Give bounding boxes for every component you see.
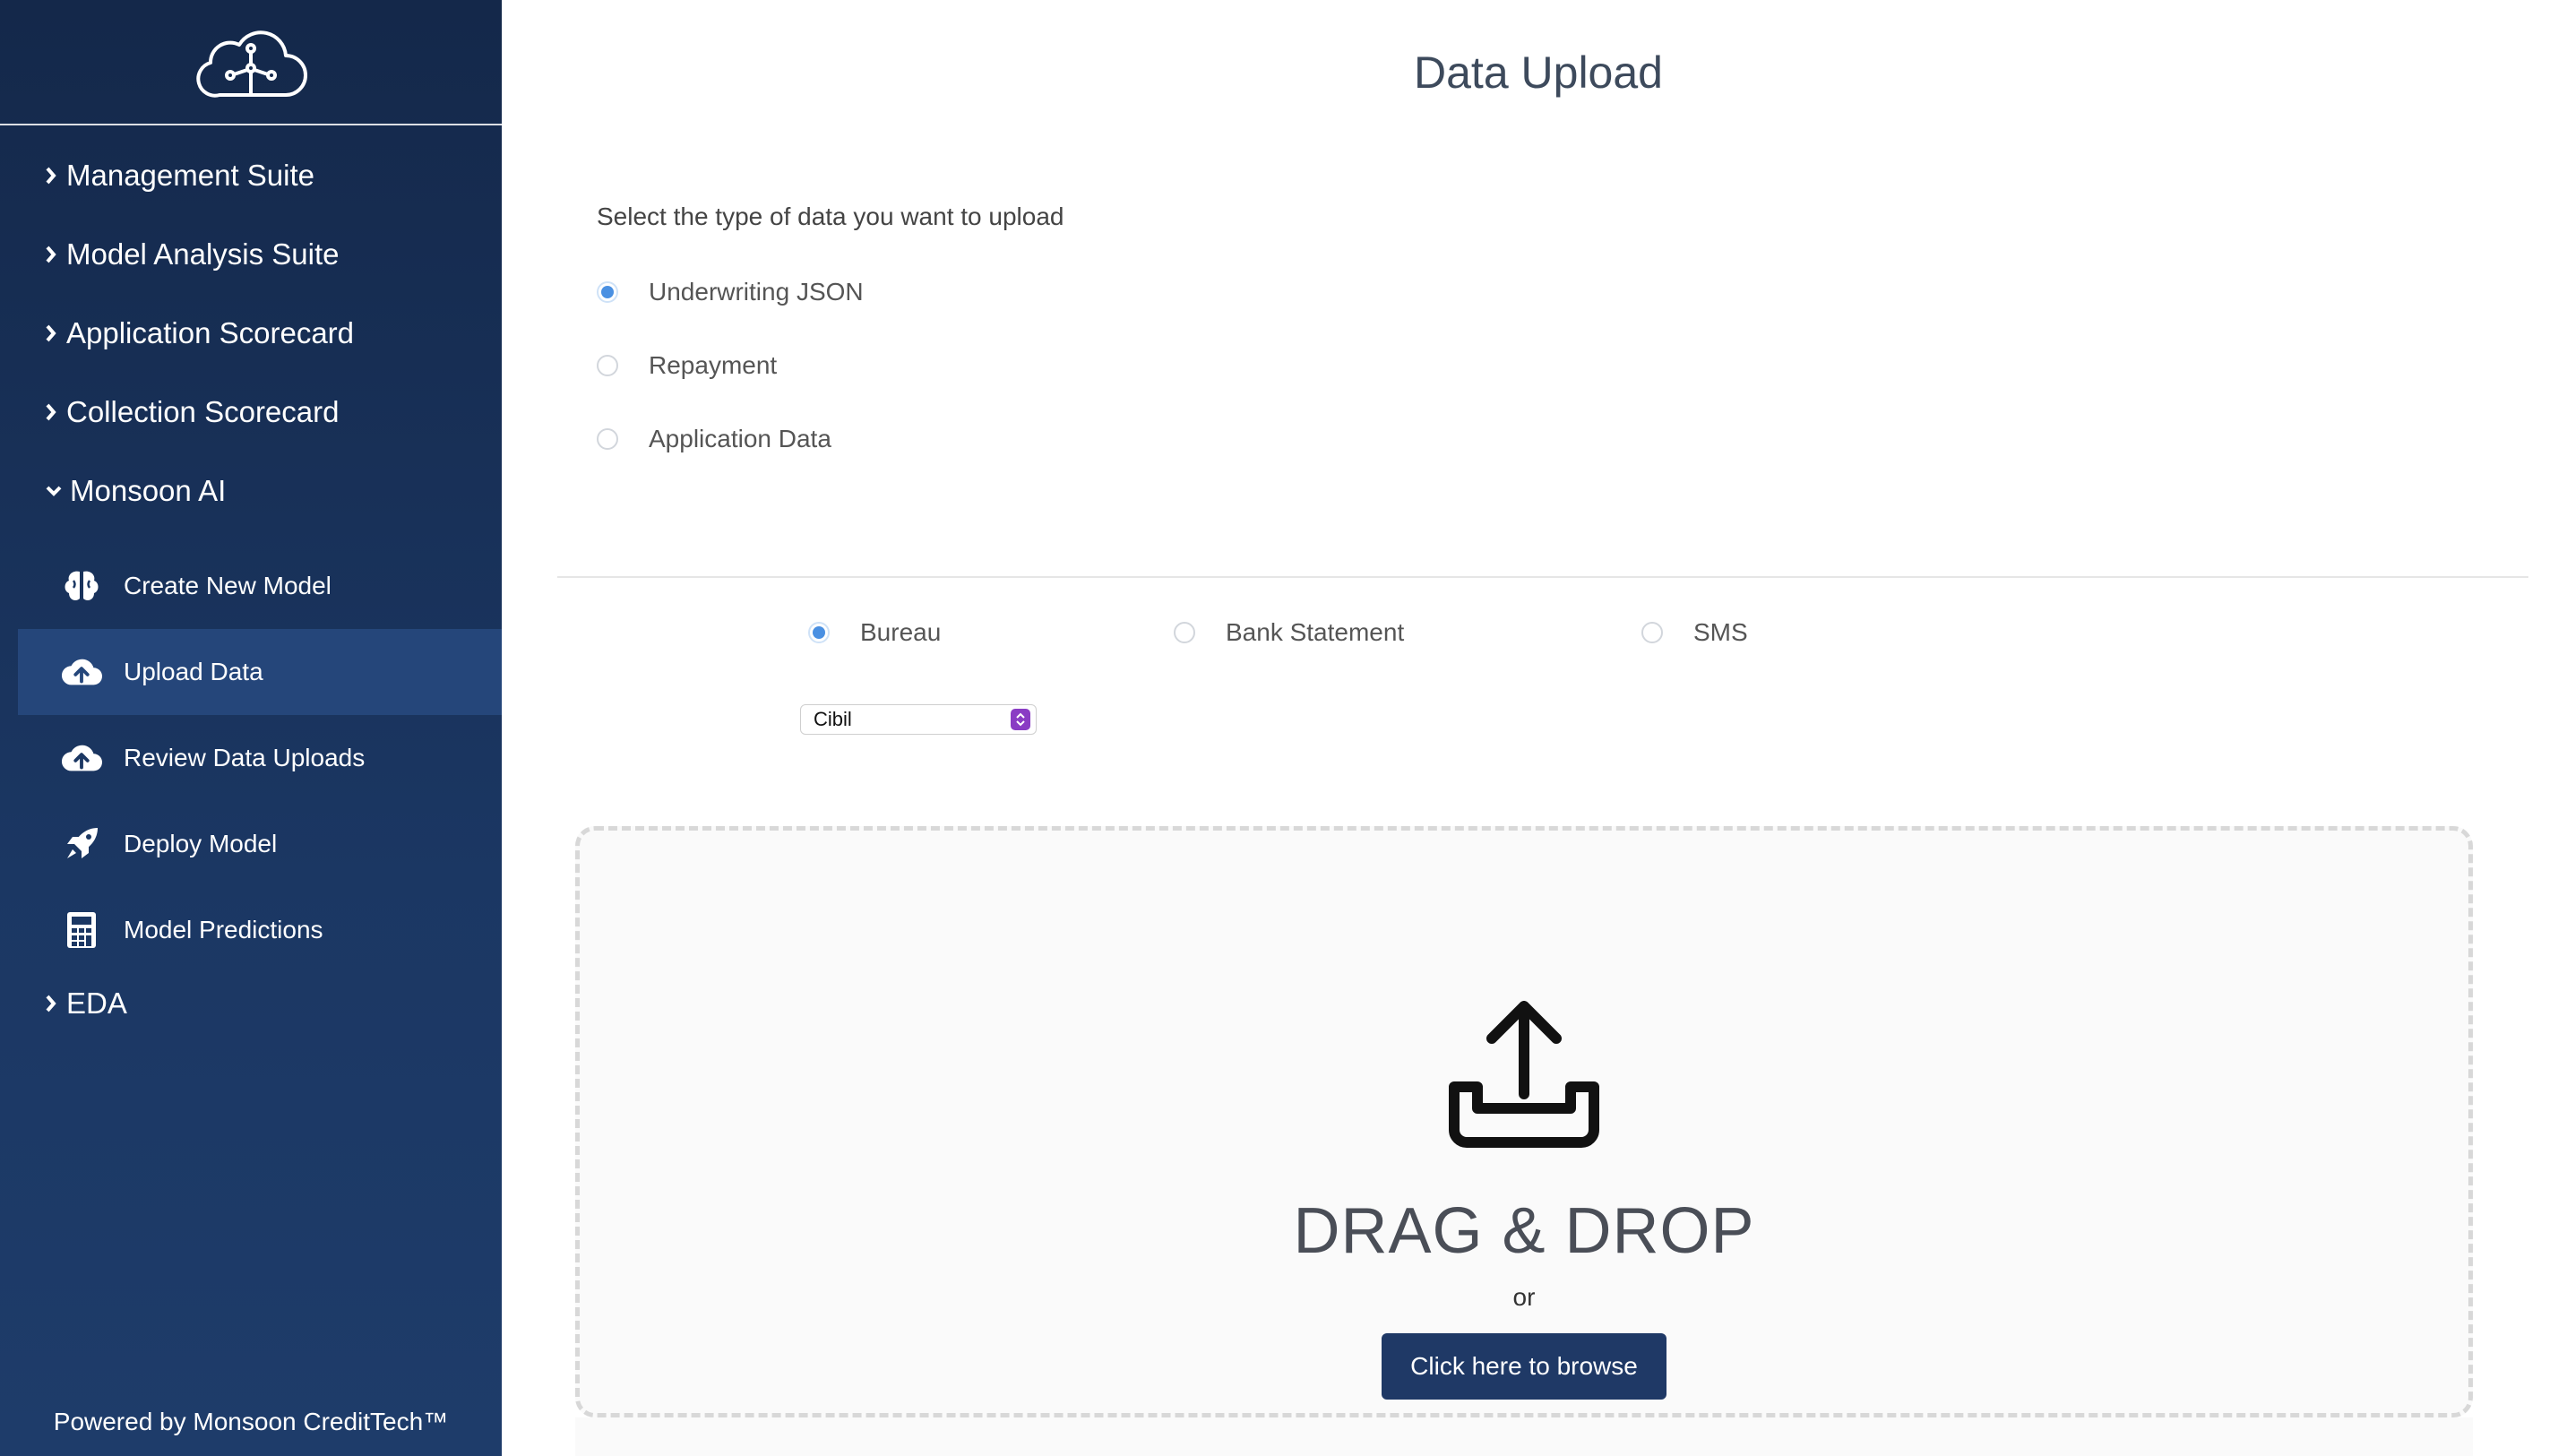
sidebar-item-collection-scorecard[interactable]: Collection Scorecard [0,373,502,452]
select-arrows-icon [1011,709,1030,730]
upload-tray-icon [1449,1001,1599,1148]
sidebar-item-eda[interactable]: EDA [0,973,502,1034]
browse-button[interactable]: Click here to browse [1382,1333,1666,1400]
sidebar: Management Suite Model Analysis Suite Ap… [0,0,502,1456]
bureau-select[interactable]: Cibil [800,704,1037,735]
section-divider [557,576,2528,578]
footer-credit: Powered by Monsoon CreditTech™ [53,1408,449,1435]
sidebar-subitem-create-new-model[interactable]: Create New Model [0,543,502,629]
sidebar-item-model-analysis-suite[interactable]: Model Analysis Suite [0,215,502,294]
logo[interactable] [0,0,502,125]
dropzone-extension [575,1417,2473,1456]
sidebar-subitem-deploy-model[interactable]: Deploy Model [0,801,502,887]
chevron-right-icon [45,166,66,185]
cloud-upload-icon [61,651,102,693]
radio-label: SMS [1693,618,1748,646]
main-content: Data Upload Select the type of data you … [502,0,2575,1456]
radio-label: Application Data [649,425,831,452]
sidebar-item-label: Collection Scorecard [66,395,340,428]
sidebar-item-management-suite[interactable]: Management Suite [0,136,502,215]
or-separator: or [1512,1283,1536,1311]
radio-repayment[interactable]: Repayment [597,351,777,380]
radio-button[interactable] [597,281,618,303]
sidebar-subitem-label: Review Data Uploads [124,744,366,771]
chevron-down-icon [45,485,70,497]
radio-button[interactable] [1174,622,1195,643]
chevron-right-icon [45,245,66,264]
page-title: Data Upload [1414,47,1663,98]
radio-bureau[interactable]: Bureau [808,618,941,647]
radio-bank-statement[interactable]: Bank Statement [1174,618,1404,647]
file-dropzone[interactable]: DRAG & DROP or Click here to browse [575,826,2473,1417]
radio-underwriting-json[interactable]: Underwriting JSON [597,278,864,306]
drag-drop-heading: DRAG & DROP [1293,1195,1755,1267]
radio-button[interactable] [597,428,618,450]
radio-sms[interactable]: SMS [1641,618,1748,647]
radio-button[interactable] [597,355,618,376]
cloud-network-icon [196,30,307,98]
radio-label: Repayment [649,351,778,379]
sidebar-subitem-review-data-uploads[interactable]: Review Data Uploads [0,715,502,801]
sidebar-item-monsoon-ai[interactable]: Monsoon AI [0,452,502,530]
sidebar-item-application-scorecard[interactable]: Application Scorecard [0,294,502,373]
radio-label: Bureau [860,618,942,646]
sidebar-subitem-label: Upload Data [124,658,263,685]
sidebar-subitem-label: Create New Model [124,572,332,599]
sidebar-item-label: Model Analysis Suite [66,237,340,271]
sidebar-subitem-model-predictions[interactable]: Model Predictions [0,887,502,973]
brain-icon [61,565,102,607]
radio-label: Bank Statement [1226,618,1405,646]
sidebar-item-label: EDA [66,986,127,1020]
rocket-icon [61,823,102,865]
radio-application-data[interactable]: Application Data [597,425,831,453]
bureau-select-value: Cibil [814,708,852,730]
radio-button[interactable] [808,622,830,643]
sidebar-subitem-upload-data[interactable]: Upload Data [18,629,502,715]
chevron-right-icon [45,402,66,422]
sidebar-item-label: Monsoon AI [70,474,227,507]
sidebar-subitem-label: Deploy Model [124,830,278,857]
sidebar-item-label: Management Suite [66,159,315,192]
calculator-icon [61,909,102,951]
radio-label: Underwriting JSON [649,278,864,306]
radio-button[interactable] [1641,622,1663,643]
data-type-prompt: Select the type of data you want to uplo… [597,202,1064,230]
chevron-right-icon [45,323,66,343]
cloud-upload-icon [61,737,102,779]
sidebar-subitem-label: Model Predictions [124,916,323,943]
chevron-right-icon [45,994,66,1013]
sidebar-item-label: Application Scorecard [66,316,355,349]
